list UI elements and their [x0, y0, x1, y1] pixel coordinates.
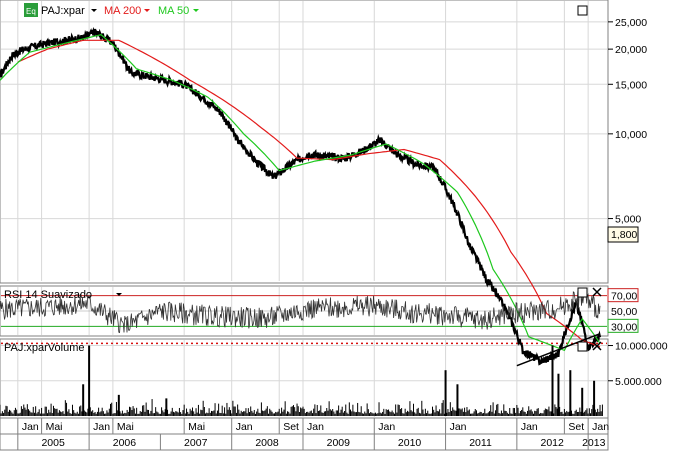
month-label-4: Mai: [188, 421, 205, 433]
price-ytick-4: 5,000: [615, 214, 641, 226]
rsi-ytick-0: 70,00: [611, 291, 637, 303]
price-ytick-3: 10,000: [615, 129, 647, 141]
month-label-8: Jan: [378, 421, 395, 433]
chart-canvas: 25,000 20,000 15,000 10,000 5,000 70,00 50,00 3…: [0, 0, 668, 451]
rsi-ytick-1: 50,00: [611, 306, 637, 318]
month-label-3: Mai: [117, 421, 134, 433]
month-label-11: Set: [568, 421, 584, 433]
maximize-volume-icon[interactable]: [577, 341, 588, 352]
year-label-6: 2011: [469, 437, 492, 449]
month-label-1: Mai: [46, 421, 63, 433]
month-label-2: Jan: [93, 421, 110, 433]
level-price-label: 1,800: [611, 229, 637, 241]
year-label-8: 2013: [582, 437, 606, 449]
month-label-9: Jan: [450, 421, 467, 433]
rsi-title[interactable]: RSI 14 Suavizado: [4, 289, 92, 301]
price-ytick-2: 15,000: [615, 79, 647, 91]
y-tick-labels: 25,000 20,000 15,000 10,000 5,000 70,00 50,00 3…: [607, 17, 668, 388]
month-label-0: Jan: [22, 421, 39, 433]
symbol-label[interactable]: PAJ:xpar: [41, 5, 85, 17]
year-label-7: 2012: [541, 437, 565, 449]
eq-icon-label: Eq: [26, 7, 36, 16]
month-label-7: Jan: [307, 421, 324, 433]
year-label-1: 2006: [113, 437, 137, 449]
volume-title: PAJ:xparVolume: [4, 342, 85, 354]
maximize-price-icon[interactable]: [577, 5, 588, 16]
year-label-5: 2010: [398, 437, 422, 449]
price-ytick-0: 25,000: [615, 17, 647, 29]
vol-ytick-0: 10.000.000: [615, 341, 668, 353]
month-label-12: Jan: [592, 421, 609, 433]
rsi-ytick-2: 30,00: [611, 321, 637, 333]
ma50-label[interactable]: MA 50: [158, 5, 189, 17]
year-label-4: 2009: [327, 437, 351, 449]
maximize-rsi-icon[interactable]: [577, 287, 588, 298]
month-label-6: Set: [283, 421, 299, 433]
month-label-10: Jan: [521, 421, 538, 433]
ma200-label[interactable]: MA 200: [104, 5, 141, 17]
year-label-3: 2008: [255, 437, 279, 449]
year-label-2: 2007: [184, 437, 208, 449]
month-label-5: Jan: [236, 421, 253, 433]
year-label-0: 2005: [41, 437, 65, 449]
price-ytick-1: 20,000: [615, 44, 647, 56]
vol-ytick-1: 5.000.000: [615, 376, 662, 388]
